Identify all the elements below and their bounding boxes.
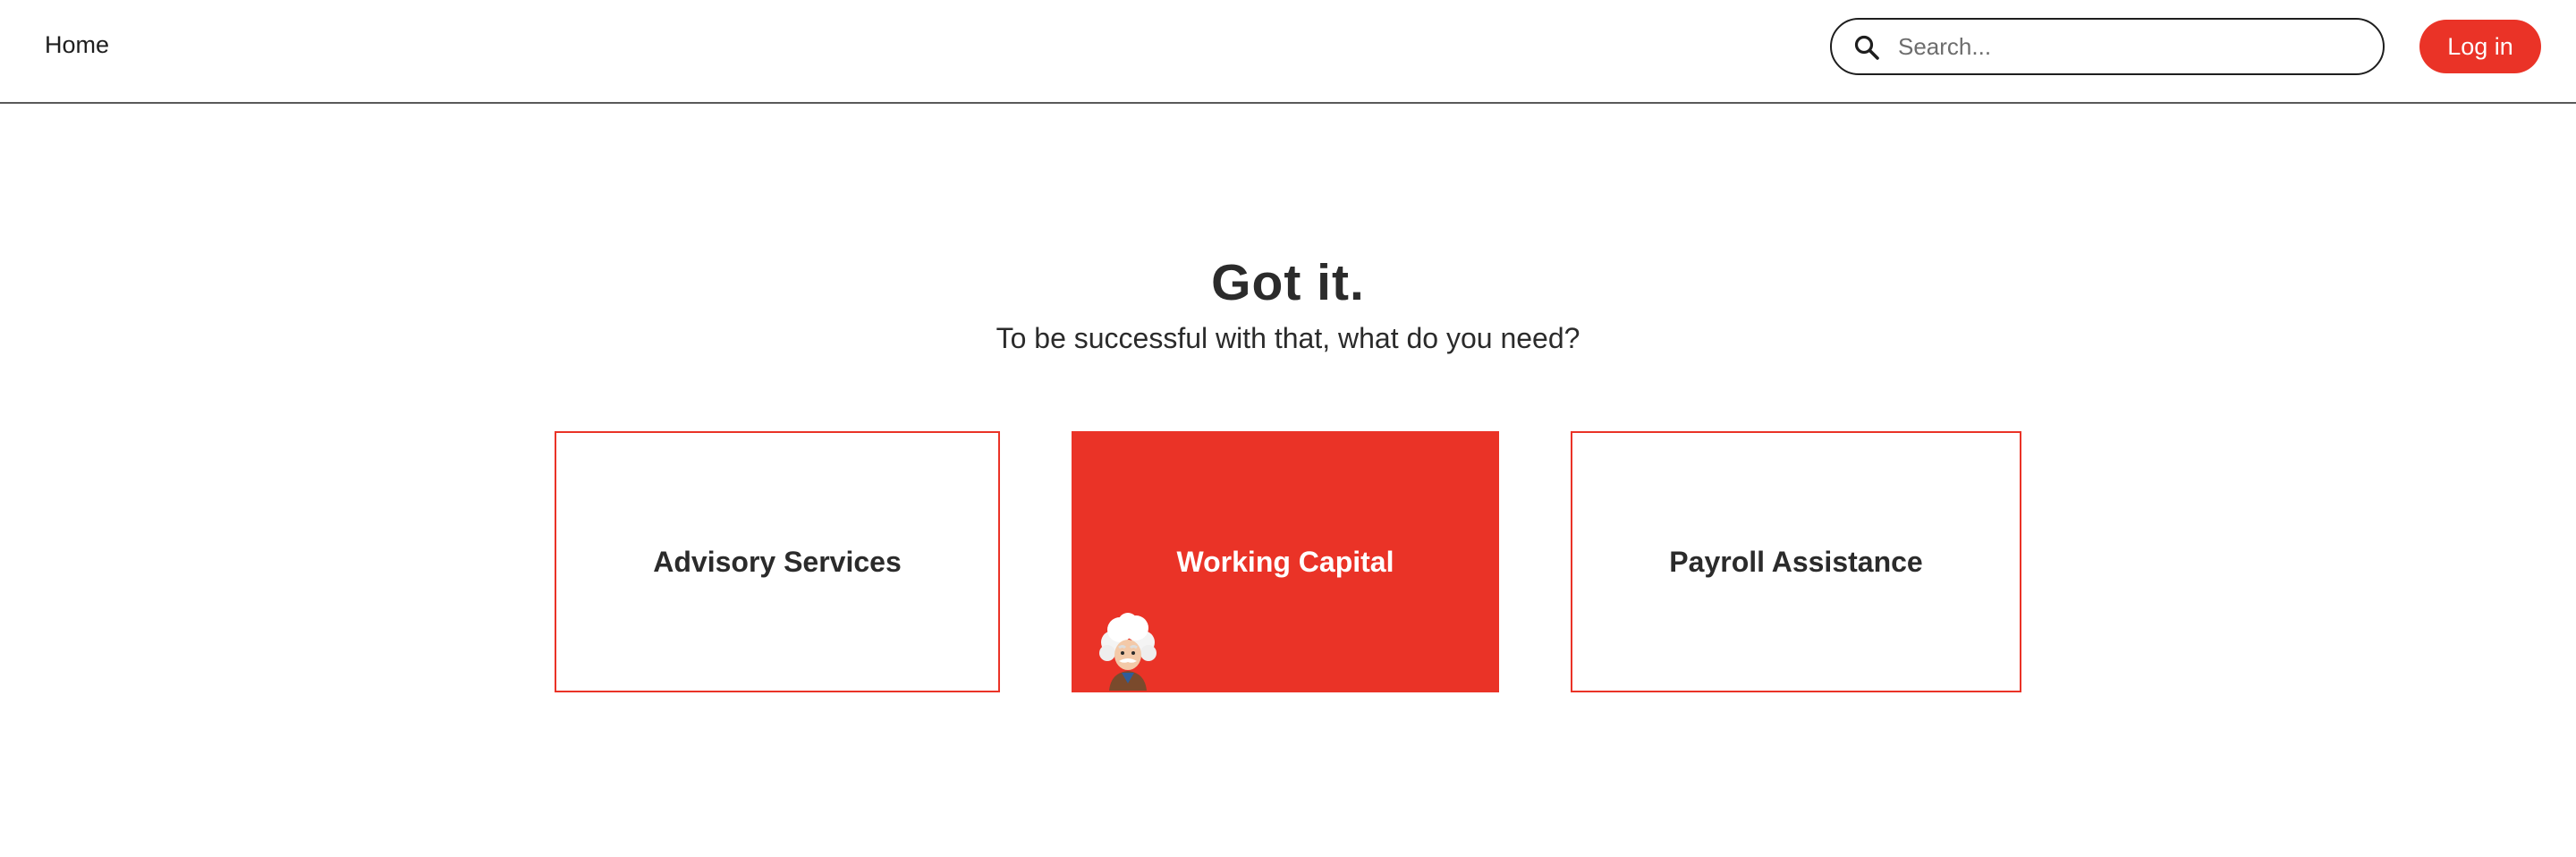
nav-home-link[interactable]: Home bbox=[45, 29, 109, 61]
option-card-label: Advisory Services bbox=[653, 545, 902, 578]
search-input[interactable] bbox=[1898, 27, 2363, 66]
option-card-payroll-assistance[interactable]: Payroll Assistance bbox=[1571, 431, 2021, 692]
site-header: Home Log in bbox=[0, 0, 2576, 104]
search-icon bbox=[1854, 35, 1879, 60]
einstein-mascot-icon bbox=[1099, 613, 1157, 691]
option-card-advisory-services[interactable]: Advisory Services bbox=[555, 431, 1000, 692]
login-button[interactable]: Log in bbox=[2419, 20, 2541, 73]
page-title: Got it. bbox=[1211, 254, 1365, 311]
option-card-working-capital[interactable]: Working Capital bbox=[1072, 431, 1499, 692]
search-box[interactable] bbox=[1830, 18, 2385, 75]
option-card-label: Payroll Assistance bbox=[1669, 545, 1923, 578]
page-subtitle: To be successful with that, what do you … bbox=[996, 322, 1580, 354]
option-card-label: Working Capital bbox=[1176, 545, 1394, 578]
